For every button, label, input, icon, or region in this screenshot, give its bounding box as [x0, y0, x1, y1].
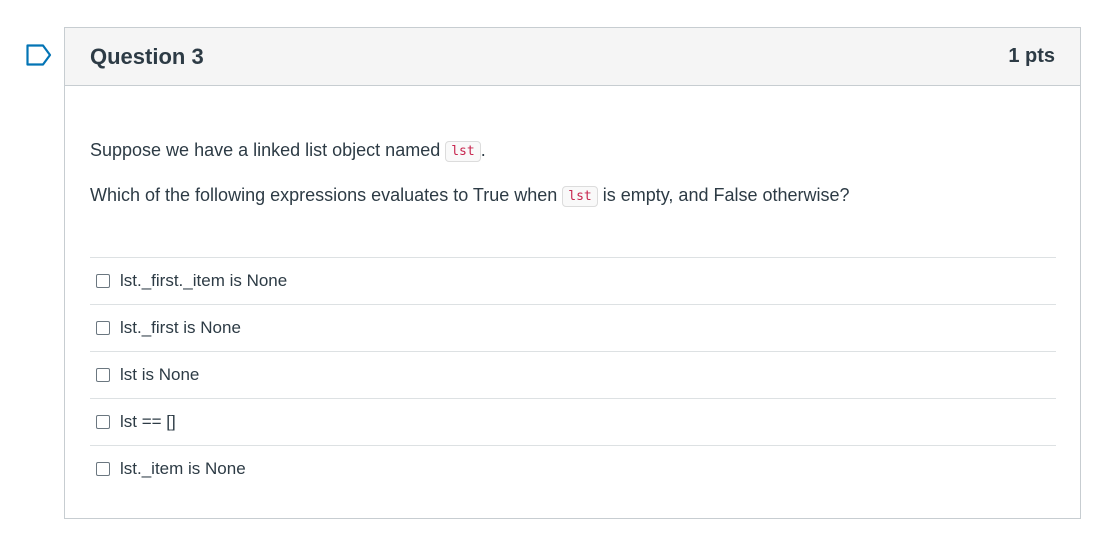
question-card: Question 3 1 pts Suppose we have a linke…: [64, 27, 1081, 519]
answer-list: lst._first._item is None lst._first is N…: [90, 257, 1056, 492]
answer-label[interactable]: lst._first._item is None: [120, 271, 287, 291]
answer-option[interactable]: lst._first is None: [90, 304, 1056, 351]
inline-code: lst: [445, 141, 481, 162]
prompt-text: Which of the following expressions evalu…: [90, 185, 563, 205]
prompt-text: is empty, and False otherwise?: [597, 185, 850, 205]
inline-code: lst: [562, 186, 598, 207]
answer-checkbox[interactable]: [96, 274, 110, 288]
answer-label[interactable]: lst._item is None: [120, 459, 246, 479]
question-prompt-line-2: Which of the following expressions evalu…: [90, 185, 850, 207]
answer-label[interactable]: lst._first is None: [120, 318, 241, 338]
answer-checkbox[interactable]: [96, 321, 110, 335]
answer-option[interactable]: lst._first._item is None: [90, 257, 1056, 304]
answer-option[interactable]: lst == []: [90, 398, 1056, 445]
question-prompt-line-1: Suppose we have a linked list object nam…: [90, 140, 486, 162]
question-header: Question 3 1 pts: [65, 28, 1080, 86]
answer-label[interactable]: lst is None: [120, 365, 199, 385]
answer-option[interactable]: lst is None: [90, 351, 1056, 398]
question-title: Question 3: [90, 43, 204, 69]
answer-checkbox[interactable]: [96, 415, 110, 429]
prompt-text: Suppose we have a linked list object nam…: [90, 140, 446, 160]
question-points: 1 pts: [1008, 45, 1055, 67]
answer-label[interactable]: lst == []: [120, 412, 176, 432]
answer-option[interactable]: lst._item is None: [90, 445, 1056, 492]
answer-checkbox[interactable]: [96, 462, 110, 476]
prompt-text: .: [480, 140, 486, 160]
answer-checkbox[interactable]: [96, 368, 110, 382]
flag-question-icon[interactable]: [26, 44, 52, 66]
